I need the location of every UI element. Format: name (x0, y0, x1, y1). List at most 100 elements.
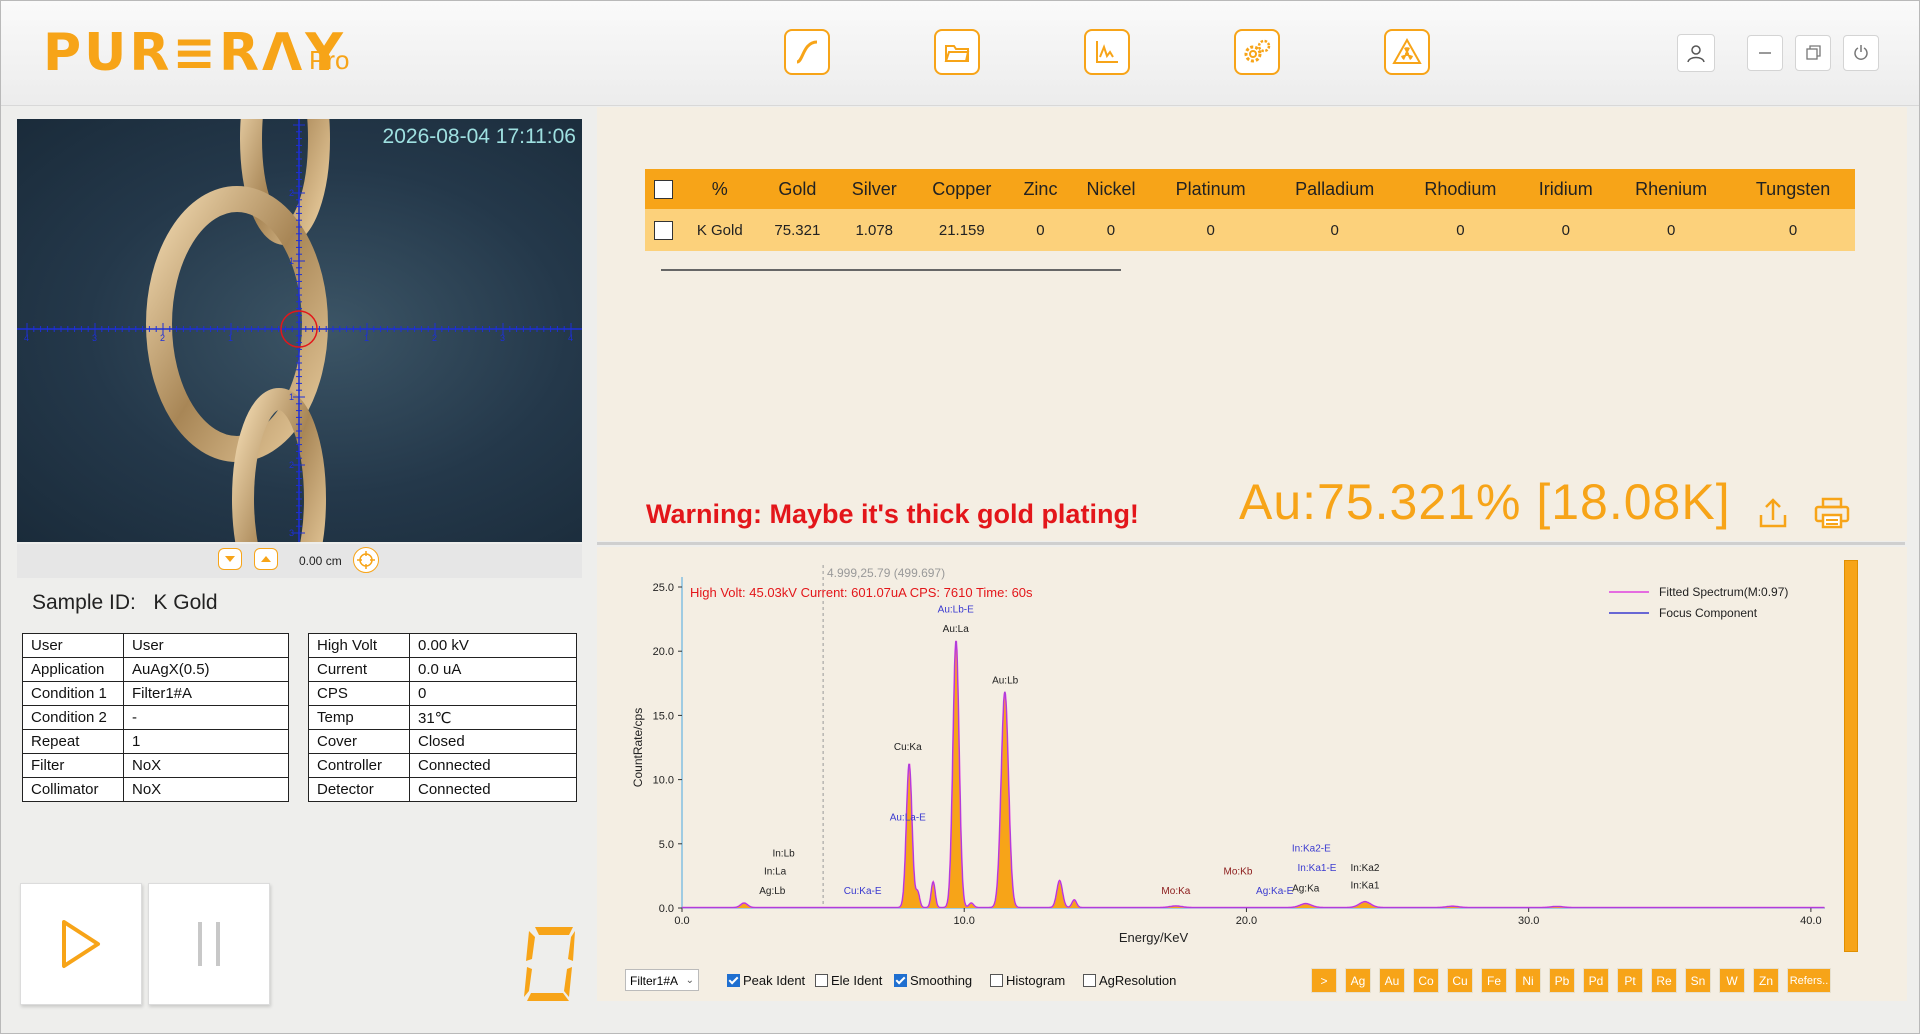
option-checkbox[interactable]: AgResolution (1083, 973, 1176, 988)
info-value: Filter1#A (123, 681, 289, 706)
x-tick-label: 30.0 (1518, 915, 1539, 927)
peak-label: Ag:Ka-E (1256, 886, 1294, 897)
checkbox-box[interactable] (1083, 974, 1096, 987)
crosshair-v-tick-label: 2 (289, 460, 294, 470)
peak-label: Ag:Lb (759, 886, 786, 897)
info-value: 0.00 kV (409, 633, 577, 658)
element-button[interactable]: Ag (1345, 968, 1371, 993)
peak-label: Au:La-E (890, 813, 926, 824)
result-value-cell: 0 (1400, 209, 1521, 251)
restore-icon (1806, 45, 1821, 60)
option-checkbox[interactable]: Smoothing (894, 973, 972, 988)
curve-button[interactable] (784, 29, 830, 75)
spectrum-button[interactable] (1084, 29, 1130, 75)
element-button[interactable]: > (1311, 968, 1337, 993)
element-button[interactable]: Cu (1447, 968, 1473, 993)
info-value: 31℃ (409, 705, 577, 730)
x-tick-label: 10.0 (954, 915, 975, 927)
crosshair-v-tick-label: 3 (289, 528, 294, 538)
checkbox-box[interactable] (894, 974, 907, 987)
print-button[interactable] (1813, 495, 1850, 531)
start-button[interactable] (20, 883, 142, 1005)
info-value: Connected (409, 753, 577, 778)
result-header-cell: Nickel (1069, 169, 1153, 209)
result-header-cell: Zinc (1011, 169, 1070, 209)
user-button[interactable] (1677, 34, 1715, 72)
result-value-cell: 0 (1731, 209, 1855, 251)
fitted-spectrum-line (682, 640, 1825, 909)
crosshair-h-tick-label: 3 (500, 333, 505, 343)
info-row: Collimator NoX (22, 777, 289, 802)
peak-label: Au:Lb (992, 675, 1019, 686)
minimize-button[interactable] (1747, 35, 1783, 71)
focus-component-line (682, 641, 1825, 908)
curve-icon (796, 40, 818, 64)
result-value-cell: 75.321 (758, 209, 837, 251)
export-button[interactable] (1755, 495, 1791, 531)
spectrum-chart[interactable]: 4.999,25.79 (499.697) 0.0 5.0 10.0 15.0 20.0 2… (597, 547, 1837, 957)
checkbox-box[interactable] (727, 974, 740, 987)
move-down-button[interactable] (218, 548, 242, 570)
result-header-cell: Silver (836, 169, 913, 209)
info-key: Application (22, 657, 124, 682)
option-checkbox[interactable]: Ele Ident (815, 973, 882, 988)
select-all-checkbox[interactable] (653, 180, 673, 200)
move-up-button[interactable] (254, 548, 278, 570)
filter-select[interactable]: Filter1#A ⌄ (625, 969, 699, 991)
printer-icon (1814, 497, 1850, 529)
restore-button[interactable] (1795, 35, 1831, 71)
element-button[interactable]: Sn (1685, 968, 1711, 993)
spectrum-side-scrollbar[interactable] (1844, 560, 1858, 952)
element-button[interactable]: Au (1379, 968, 1405, 993)
element-button[interactable]: Refers.. (1787, 968, 1831, 993)
element-button[interactable]: Pd (1583, 968, 1609, 993)
option-checkbox[interactable]: Peak Ident (727, 973, 805, 988)
crosshair-v-tick-label: 1 (289, 256, 294, 266)
element-button[interactable]: Fe (1481, 968, 1507, 993)
result-value-cell: 0 (1611, 209, 1732, 251)
checkbox-label: AgResolution (1099, 973, 1177, 988)
option-checkbox[interactable]: Histogram (990, 973, 1065, 988)
checkbox-box[interactable] (990, 974, 1003, 987)
element-button[interactable]: Ni (1515, 968, 1541, 993)
row-select-cell (645, 209, 681, 251)
result-value-cell: 0 (1069, 209, 1153, 251)
info-row: Cover Closed (308, 729, 577, 754)
y-tick-label: 10.0 (653, 775, 674, 787)
info-row: Condition 1 Filter1#A (22, 681, 289, 706)
table-horizontal-scrollbar[interactable] (661, 269, 1121, 271)
element-button[interactable]: Pb (1549, 968, 1575, 993)
info-key: Collimator (22, 777, 124, 802)
row-select-checkbox[interactable] (653, 220, 673, 240)
pause-button[interactable] (148, 883, 270, 1005)
element-button[interactable]: Re (1651, 968, 1677, 993)
element-button[interactable]: W (1719, 968, 1745, 993)
info-row: CPS 0 (308, 681, 577, 706)
result-row[interactable]: K Gold 75.321 1.078 21.159 0 0 0 0 0 0 0 0 (645, 209, 1855, 251)
peak-label: In:La (764, 867, 787, 878)
app-logo: PUR≡RΛY (43, 23, 346, 83)
result-value-cell: 0 (1269, 209, 1401, 251)
radiation-button[interactable] (1384, 29, 1430, 75)
element-button[interactable]: Zn (1753, 968, 1779, 993)
settings-button[interactable] (1234, 29, 1280, 75)
crosshair-v-tick-label: 1 (289, 392, 294, 402)
center-focus-button[interactable] (353, 547, 379, 573)
element-button[interactable]: Co (1413, 968, 1439, 993)
x-tick-label: 40.0 (1800, 915, 1821, 927)
peak-label: Au:Lb-E (938, 605, 974, 616)
checkbox-box[interactable] (815, 974, 828, 987)
filter-select-value: Filter1#A (630, 974, 679, 988)
info-key: Filter (22, 753, 124, 778)
power-button[interactable] (1843, 35, 1879, 71)
info-key: Condition 2 (22, 705, 124, 730)
result-value-cell: 0 (1520, 209, 1612, 251)
info-key: Condition 1 (22, 681, 124, 706)
element-button[interactable]: Pt (1617, 968, 1643, 993)
y-tick-label: 15.0 (653, 710, 674, 722)
spectrum-toolbar: Filter1#A ⌄ Peak Ident Ele Ident Smoothing… (597, 963, 1907, 1001)
open-folder-button[interactable] (934, 29, 980, 75)
focus-icon (357, 551, 375, 569)
info-key: High Volt (308, 633, 410, 658)
camera-view[interactable]: 4 3 2 1 1 2 3 4 2 1 1 2 3 2026-08-04 17:11:06 (17, 119, 582, 542)
